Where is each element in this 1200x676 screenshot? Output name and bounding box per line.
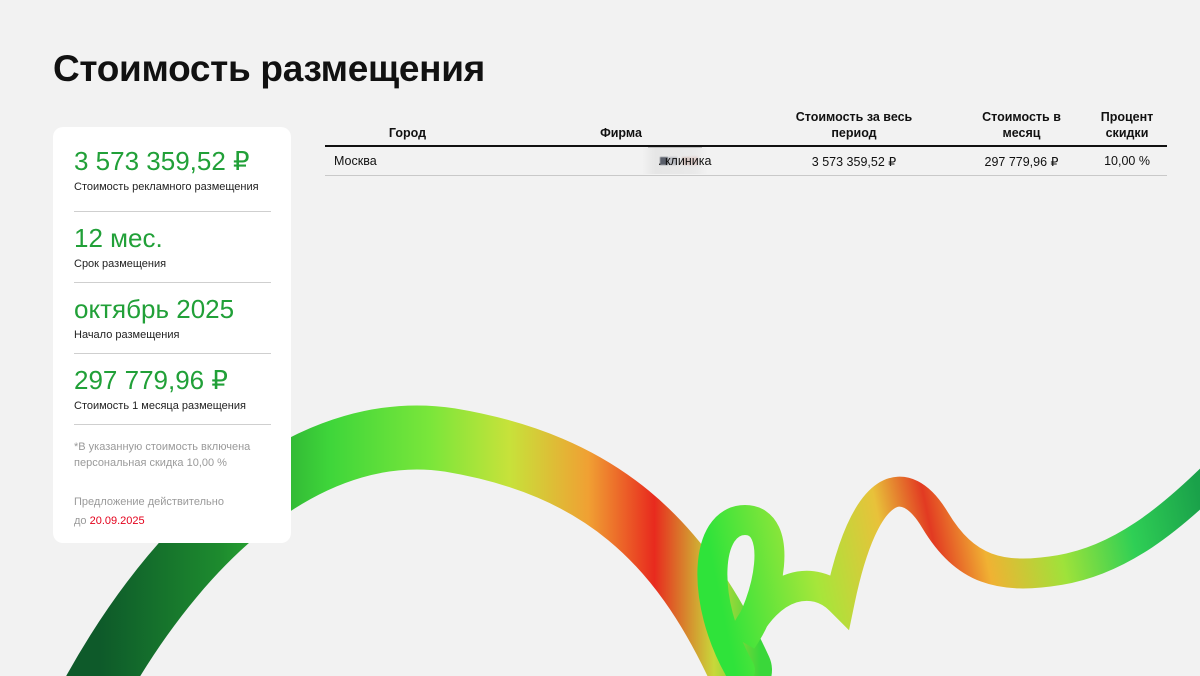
header-month: Стоимость в месяц [956,105,1087,147]
stat-start: октябрь 2025 Начало размещения [74,283,271,354]
stat-value: 297 779,96 ₽ [74,365,228,395]
header-discount: Процент скидки [1087,105,1167,147]
stat-label: Стоимость рекламного размещения [74,181,259,193]
discount-note-line: персональная скидка 10,00 % [74,457,227,469]
pricing-table: Город Фирма Стоимость за весь период Стои… [325,105,1167,176]
stat-label: Стоимость 1 месяца размещения [74,400,246,412]
page-title: Стоимость размещения [53,48,485,89]
cell-total: 3 573 359,52 ₽ [752,146,956,176]
header-month-line: Стоимость в [982,110,1061,124]
stat-value: 3 573 359,52 ₽ [74,146,250,176]
cell-city: Москва [325,146,490,176]
discount-note: *В указанную стоимость включена персонал… [74,439,271,471]
cell-discount: 10,00 % [1087,146,1167,176]
offer-validity-date-line: до 20.09.2025 [74,512,271,531]
offer-validity: Предложение действительно до 20.09.2025 [74,493,271,531]
header-discount-line: скидки [1105,126,1149,140]
stat-label: Начало размещения [74,329,180,341]
table-header-row: Город Фирма Стоимость за весь период Стои… [325,105,1167,147]
header-firm: Фирма [490,105,752,147]
header-firm-label: Фирма [600,126,642,140]
stat-value: октябрь 2025 [74,294,235,324]
discount-note-line: *В указанную стоимость включена [74,441,251,453]
cell-month: 297 779,96 ₽ [956,146,1087,176]
stat-total-cost: 3 573 359,52 ₽ Стоимость рекламного разм… [74,145,271,212]
header-total: Стоимость за весь период [752,105,956,147]
stat-value: 12 мес. [74,223,163,253]
stat-label: Срок размещения [74,258,167,270]
header-total-line: период [831,126,877,140]
table-row: Москва . клиника 3 573 359,52 ₽ 297 779,… [325,146,1167,176]
header-month-line: месяц [1002,126,1041,140]
header-city: Город [325,105,490,147]
offer-prefix: до [74,515,90,527]
stat-duration: 12 мес. Срок размещения [74,212,271,283]
header-discount-line: Процент [1100,110,1154,124]
firm-name: . клиника [658,154,712,168]
summary-card: 3 573 359,52 ₽ Стоимость рекламного разм… [53,127,291,543]
offer-date: 20.09.2025 [89,515,145,527]
cell-firm: . клиника [490,146,752,176]
stat-monthly-cost: 297 779,96 ₽ Стоимость 1 месяца размещен… [74,354,271,425]
header-city-label: Город [388,126,427,140]
offer-validity-line: Предложение действительно [74,496,224,508]
header-total-line: Стоимость за весь [795,110,913,124]
